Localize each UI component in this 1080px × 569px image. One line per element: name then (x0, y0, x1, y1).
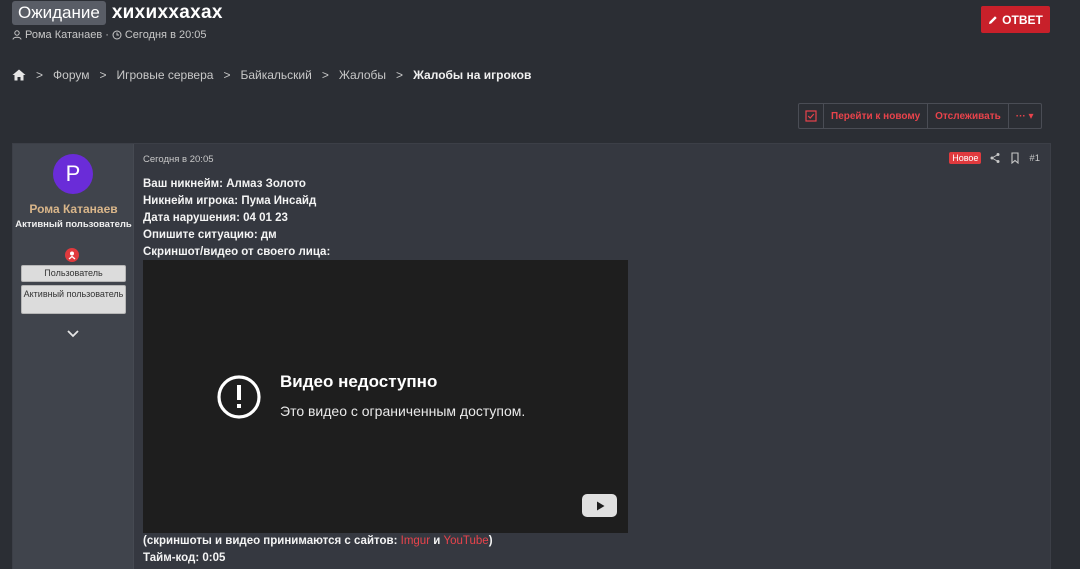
thread-title: хихиххахах (111, 2, 223, 23)
thread-author[interactable]: Рома Катанаев (25, 29, 102, 41)
youtube-logo-button[interactable] (582, 494, 617, 517)
go-to-new-button[interactable]: Перейти к новому (823, 104, 927, 128)
medal-icon (68, 251, 76, 260)
alert-circle-icon (217, 375, 261, 419)
breadcrumb-item-game-servers[interactable]: Игровые сервера (116, 68, 213, 82)
breadcrumb-separator: > (223, 68, 231, 82)
checkbox-icon (805, 110, 817, 122)
post-userblock: P Рома Катанаев Активный пользователь По… (13, 144, 134, 569)
thread-meta: Рома Катанаев · Сегодня в 20:05 (12, 29, 223, 41)
pencil-icon (989, 15, 997, 24)
thread-header: Ожидание хихиххахах Рома Катанаев · Сего… (12, 0, 223, 41)
post-footnote: (скриншоты и видео принимаются с сайтов:… (143, 533, 493, 550)
post-line-nickname: Ваш никнейм: Алмаз Золото (143, 178, 306, 190)
breadcrumb: > Форум > Игровые сервера > Байкальский … (12, 66, 531, 84)
share-icon[interactable] (989, 152, 1001, 164)
user-banner-active: Активный пользователь (21, 285, 126, 314)
chevron-down-icon (67, 330, 79, 338)
video-embed[interactable]: Видео недоступно Это видео с ограниченны… (143, 260, 628, 533)
expand-userinfo-button[interactable] (66, 326, 80, 344)
imgur-link[interactable]: Imgur (401, 535, 430, 547)
breadcrumb-item-baikalsky[interactable]: Байкальский (240, 68, 311, 82)
footnote-and: и (430, 535, 444, 547)
user-banner-user: Пользователь (21, 265, 126, 282)
post-date[interactable]: Сегодня в 20:05 (143, 154, 214, 165)
reply-button[interactable]: ОТВЕТ (981, 6, 1050, 33)
breadcrumb-item-forum[interactable]: Форум (53, 68, 89, 82)
clock-icon (112, 30, 122, 40)
video-unavailable-title: Видео недоступно (280, 372, 438, 391)
user-badge-icon (65, 248, 79, 262)
breadcrumb-item-complaints[interactable]: Жалобы (339, 68, 386, 82)
post-line-screenshot: Скриншот/видео от своего лица: (143, 246, 331, 258)
avatar[interactable]: P (53, 154, 93, 194)
post-body: Ваш никнейм: Алмаз Золото Никнейм игрока… (143, 176, 330, 261)
post-footer-text: (скриншоты и видео принимаются с сайтов:… (143, 533, 493, 567)
breadcrumb-separator: > (396, 68, 404, 82)
breadcrumb-separator: > (36, 68, 44, 82)
post-line-date: Дата нарушения: 04 01 23 (143, 212, 288, 224)
user-icon (12, 30, 22, 40)
play-icon (596, 501, 604, 510)
post-line-player: Никнейм игрока: Пума Инсайд (143, 195, 317, 207)
watch-button[interactable]: Отслеживать (927, 104, 1008, 128)
post-tools: Новое #1 (949, 152, 1040, 164)
select-checkbox-button[interactable] (799, 104, 823, 128)
footnote-prefix: (скриншоты и видео принимаются с сайтов: (143, 535, 401, 547)
youtube-link[interactable]: YouTube (444, 535, 489, 547)
thread-actions: Перейти к новому Отслеживать ··· ▾ (798, 103, 1042, 129)
post-username[interactable]: Рома Катанаев (13, 202, 134, 216)
post-timecode: Тайм-код: 0:05 (143, 552, 226, 564)
breadcrumb-separator: > (99, 68, 107, 82)
footnote-suffix: ) (488, 535, 493, 547)
breadcrumb-separator: > (321, 68, 329, 82)
breadcrumb-item-player-complaints[interactable]: Жалобы на игроков (413, 68, 531, 82)
bookmark-icon[interactable] (1009, 152, 1021, 164)
reply-button-label: ОТВЕТ (1002, 12, 1043, 27)
more-options-button[interactable]: ··· ▾ (1007, 104, 1041, 128)
title-row: Ожидание хихиххахах (12, 0, 223, 26)
post-number[interactable]: #1 (1029, 153, 1040, 164)
video-unavailable-subtitle: Это видео с ограниченным доступом. (280, 403, 526, 419)
post-line-situation: Опишите ситуацию: дм (143, 229, 277, 241)
new-badge: Новое (949, 152, 982, 164)
thread-prefix-badge[interactable]: Ожидание (12, 1, 106, 25)
meta-separator: · (105, 29, 109, 41)
thread-date[interactable]: Сегодня в 20:05 (125, 29, 207, 41)
user-title: Активный пользователь (15, 219, 132, 230)
home-icon[interactable] (12, 69, 26, 81)
post: P Рома Катанаев Активный пользователь По… (12, 143, 1051, 569)
